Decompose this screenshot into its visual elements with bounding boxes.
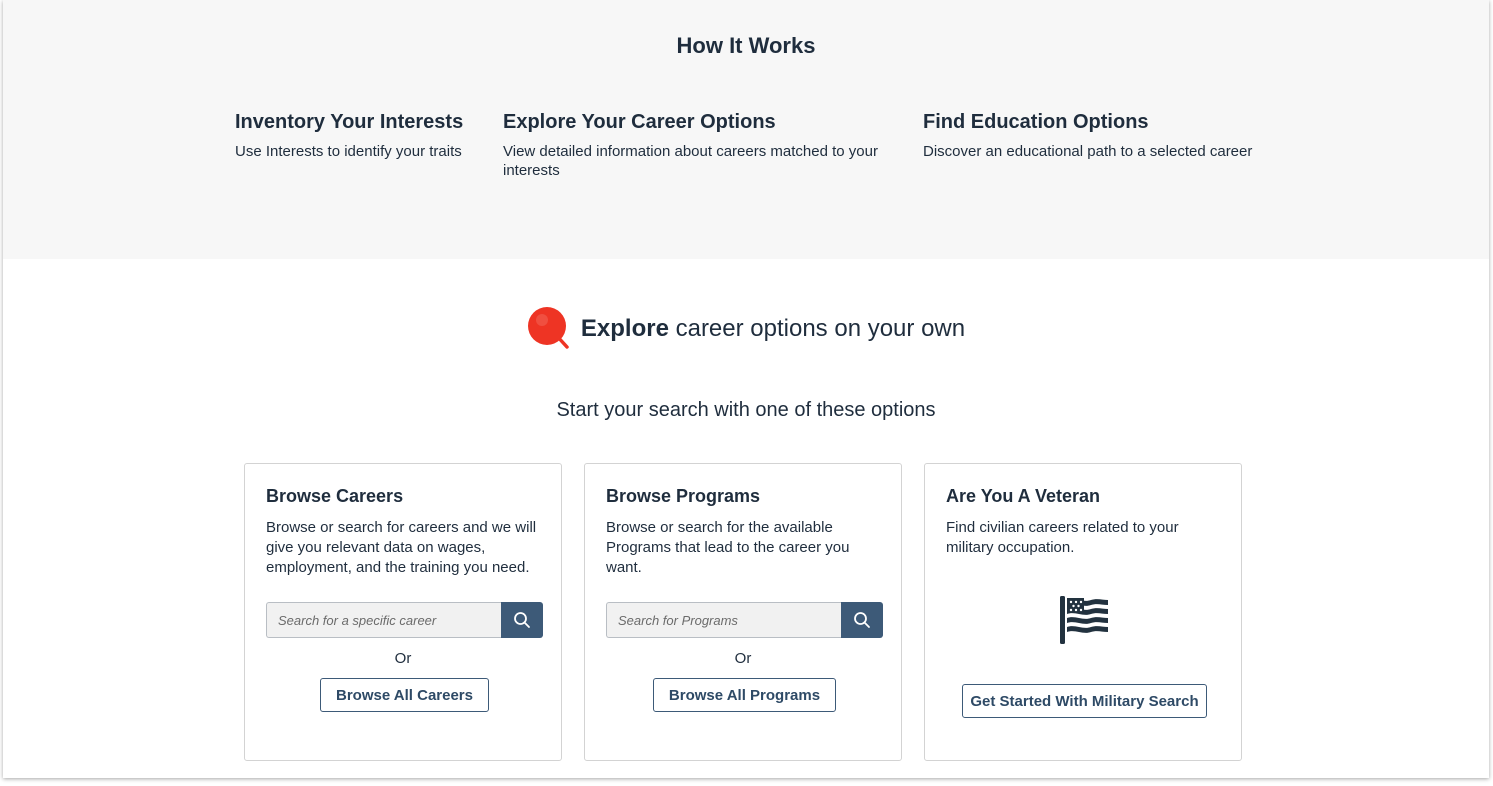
browse-all-programs-button[interactable]: Browse All Programs [653, 678, 836, 712]
step-title: Explore Your Career Options [503, 111, 776, 133]
step-explore-career-options: Explore Your Career Options View detaile… [503, 110, 893, 180]
magnifier-icon [527, 307, 569, 349]
step-description: View detailed information about careers … [503, 143, 878, 179]
program-search-input[interactable] [606, 602, 841, 638]
or-separator: Or [734, 650, 752, 667]
explore-rest: career options on your own [668, 315, 966, 342]
card-title: Browse Programs [606, 486, 761, 506]
browse-careers-card: Browse Careers Browse or search for care… [244, 463, 562, 761]
card-title: Are You A Veteran [946, 486, 1101, 506]
step-title: Find Education Options [923, 111, 1149, 133]
card-title: Browse Careers [266, 486, 404, 506]
step-find-education-options: Find Education Options Discover an educa… [923, 110, 1283, 161]
page-frame: How It Works Inventory Your Interests Us… [3, 0, 1489, 778]
explore-heading: Explore career options on your own [3, 305, 1489, 353]
search-options-subheading: Start your search with one of these opti… [556, 399, 936, 421]
explore-bold: Explore [580, 315, 669, 342]
explore-heading-text: Explore career options on your own [581, 315, 965, 343]
military-search-button[interactable]: Get Started With Military Search [962, 684, 1207, 718]
step-description: Use Interests to identify your traits [235, 143, 462, 160]
step-description: Discover an educational path to a select… [923, 143, 1253, 160]
step-title: Inventory Your Interests [235, 111, 464, 133]
search-icon [514, 612, 530, 628]
career-search-group [266, 602, 543, 638]
browse-programs-card: Browse Programs Browse or search for the… [584, 463, 902, 761]
browse-all-careers-button[interactable]: Browse All Careers [320, 678, 489, 712]
program-search-group [606, 602, 883, 638]
program-search-button[interactable] [841, 602, 883, 638]
card-description: Find civilian careers related to your mi… [946, 519, 1179, 556]
card-description: Browse or search for careers and we will… [266, 519, 537, 576]
career-search-input[interactable] [266, 602, 501, 638]
how-it-works-title: How It Works [676, 33, 816, 58]
or-separator: Or [394, 650, 412, 667]
step-inventory-interests: Inventory Your Interests Use Interests t… [235, 110, 485, 161]
how-it-works-section: How It Works Inventory Your Interests Us… [3, 0, 1489, 259]
veteran-card: Are You A Veteran Find civilian careers … [924, 463, 1242, 761]
card-description: Browse or search for the available Progr… [606, 519, 850, 576]
search-icon [854, 612, 870, 628]
flag-icon [1060, 596, 1108, 644]
career-search-button[interactable] [501, 602, 543, 638]
